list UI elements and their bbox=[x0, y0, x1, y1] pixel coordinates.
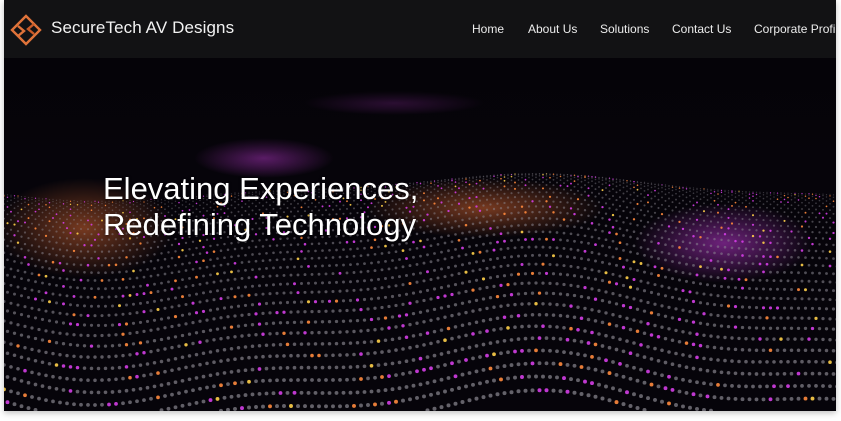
hero-headline-line-2: Redefining Technology bbox=[103, 207, 417, 242]
nav-solutions[interactable]: Solutions bbox=[600, 22, 649, 36]
nav-about-us[interactable]: About Us bbox=[528, 22, 577, 36]
hero-headline: Elevating Experiences, Redefining Techno… bbox=[103, 171, 418, 243]
nav-contact-us[interactable]: Contact Us bbox=[672, 22, 731, 36]
nav-home[interactable]: Home bbox=[472, 22, 504, 36]
top-navbar: SecureTech AV Designs Home About Us Solu… bbox=[4, 0, 836, 58]
hero-headline-line-1: Elevating Experiences, bbox=[103, 171, 419, 206]
diamond-chevron-logo-icon[interactable] bbox=[10, 14, 42, 46]
browser-viewport: SecureTech AV Designs Home About Us Solu… bbox=[4, 0, 836, 411]
brand-name[interactable]: SecureTech AV Designs bbox=[51, 18, 234, 38]
nav-corporate-profile[interactable]: Corporate Profile bbox=[754, 22, 836, 36]
